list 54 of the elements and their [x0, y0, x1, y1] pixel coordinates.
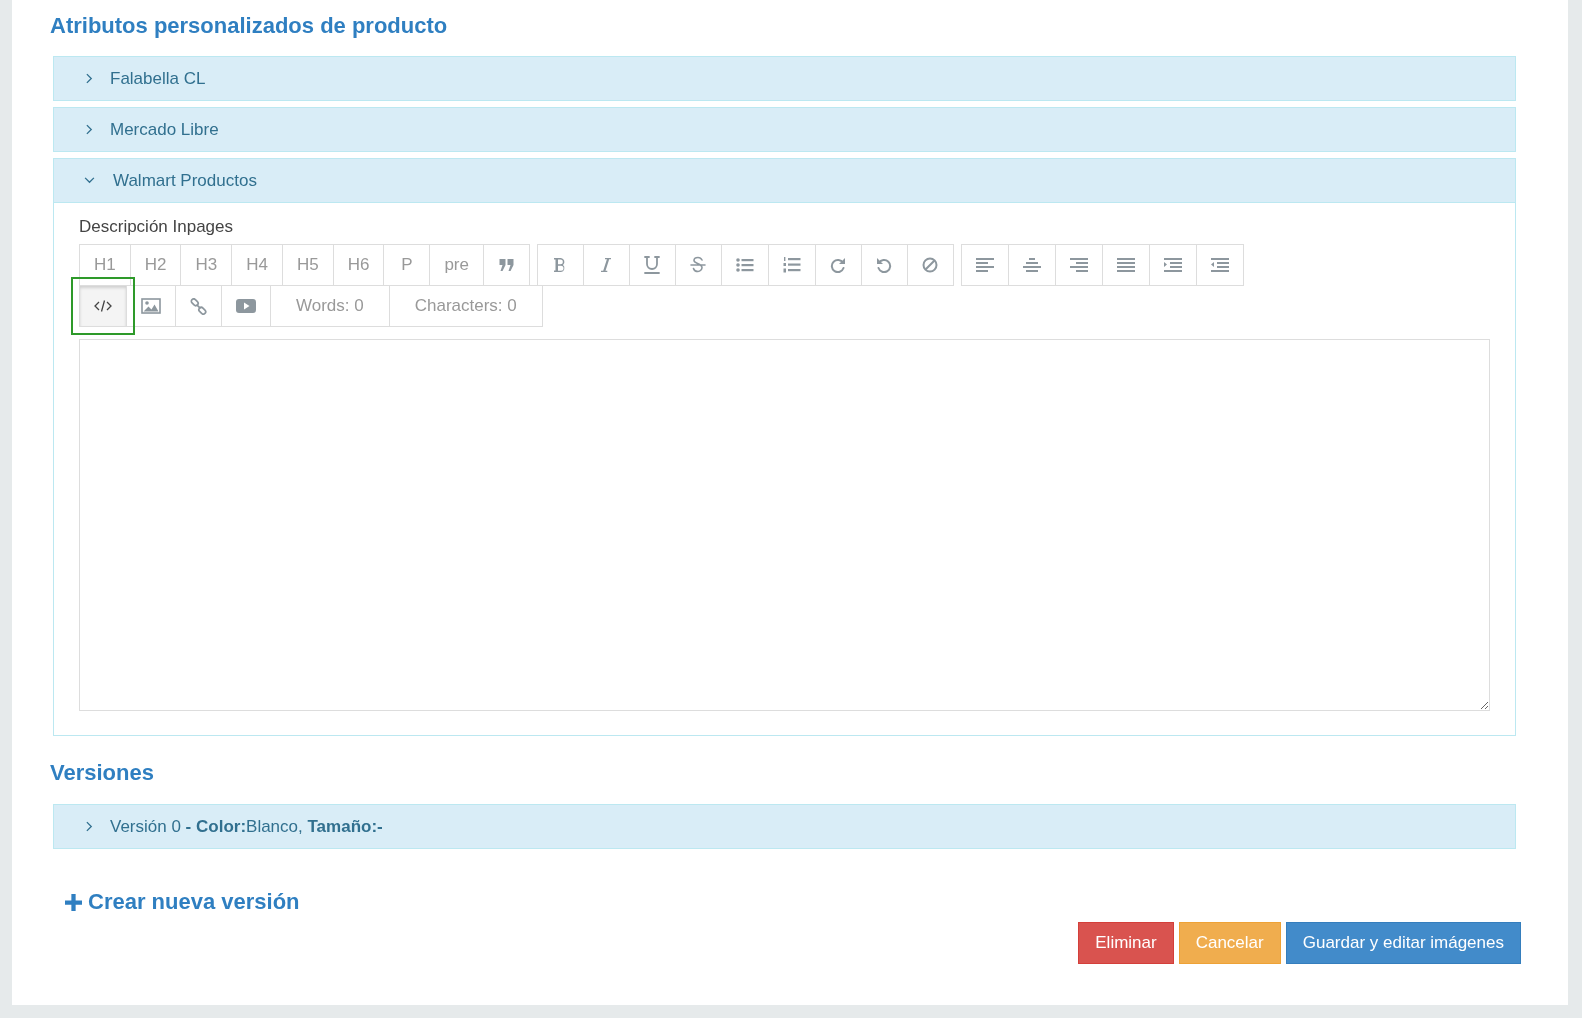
accordion-header[interactable]: Versión 0 - Color:Blanco, Tamaño:- [54, 805, 1515, 848]
toolbar-button[interactable] [675, 244, 722, 286]
heading-button[interactable]: H1 [79, 244, 131, 286]
code-icon [94, 299, 112, 313]
indent-icon [1164, 258, 1182, 272]
toolbar-button[interactable] [907, 244, 954, 286]
save-button[interactable]: Guardar y editar imágenes [1285, 922, 1521, 964]
toolbar-button[interactable] [961, 244, 1009, 286]
accordion-header[interactable]: Walmart Productos [54, 159, 1515, 203]
align-center-icon [1023, 258, 1041, 272]
heading-button[interactable]: H2 [129, 244, 182, 286]
section-title: Versiones [50, 760, 155, 786]
bulleted-list-icon [736, 258, 754, 272]
accordion-header[interactable]: Mercado Libre [54, 108, 1515, 151]
accordion-header[interactable]: Falabella CL [54, 57, 1515, 100]
outdent-icon [1211, 258, 1229, 272]
toolbar-button[interactable] [768, 244, 816, 286]
undo-icon [876, 257, 893, 273]
toolbar-button[interactable] [537, 244, 584, 286]
toolbar-button[interactable] [721, 244, 769, 286]
redo-icon [830, 257, 847, 273]
chevron-right-icon [84, 73, 95, 84]
link-icon [190, 297, 207, 315]
create-version-link[interactable]: Crear nueva versión [65, 889, 300, 915]
section-title: Atributos personalizados de producto [50, 13, 449, 39]
toolbar-button[interactable] [1055, 244, 1103, 286]
toolbar-button[interactable] [1196, 244, 1244, 286]
cancel-button[interactable]: Cancelar [1178, 922, 1281, 964]
toolbar-button[interactable] [861, 244, 908, 286]
underline-icon [644, 256, 661, 274]
toolbar-button[interactable] [1102, 244, 1150, 286]
toolbar-button[interactable] [483, 244, 530, 286]
video-play-icon [236, 299, 256, 313]
toolbar-button[interactable] [583, 244, 630, 286]
align-right-icon [1070, 258, 1088, 272]
toolbar-button[interactable] [629, 244, 676, 286]
chevron-right-icon [84, 821, 95, 832]
prohibited-icon [922, 257, 939, 273]
counter-label: Characters: 0 [388, 285, 543, 327]
chevron-right-icon [84, 124, 95, 135]
italic-icon [600, 257, 613, 273]
justify-icon [1117, 258, 1135, 272]
toolbar-button[interactable] [1149, 244, 1197, 286]
chevron-down-icon [84, 175, 95, 186]
numbered-list-icon [783, 257, 801, 273]
align-left-icon [976, 258, 994, 272]
quote-icon [498, 258, 515, 272]
image-icon [141, 298, 161, 314]
toolbar-button[interactable] [815, 244, 862, 286]
field-label: Descripción Inpages [79, 217, 235, 237]
plus-icon [65, 893, 82, 911]
delete-button[interactable]: Eliminar [1078, 922, 1174, 964]
toolbar-button[interactable] [1008, 244, 1056, 286]
strikethrough-icon [690, 256, 707, 274]
